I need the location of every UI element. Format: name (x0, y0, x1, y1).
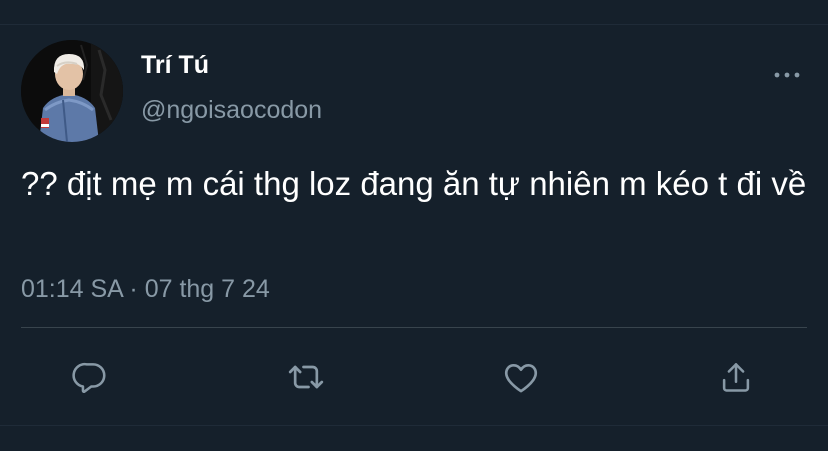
retweet-icon (288, 365, 324, 389)
like-button[interactable] (498, 354, 544, 400)
tweet-text: ?? địt mẹ m cái thg loz đang ăn tự nhiên… (21, 165, 807, 202)
top-divider (0, 24, 828, 25)
retweet-button[interactable] (283, 354, 329, 400)
avatar-photo (21, 40, 123, 142)
author-display-name[interactable]: Trí Tú (141, 50, 209, 80)
reply-icon (72, 362, 106, 393)
tweet-timestamp[interactable]: 01:14 SA · 07 thg 7 24 (21, 274, 270, 304)
avatar[interactable] (21, 40, 123, 142)
share-button[interactable] (713, 354, 759, 400)
tweet-detail-view: Trí Tú @ngoisaocodon ?? địt mẹ m cái thg… (0, 0, 828, 451)
heart-icon (504, 364, 538, 393)
divider (21, 327, 807, 328)
more-options-button[interactable] (770, 64, 804, 86)
share-icon (722, 363, 750, 392)
author-handle[interactable]: @ngoisaocodon (141, 95, 322, 125)
reply-button[interactable] (67, 354, 113, 400)
more-horizontal-icon (774, 72, 800, 78)
bottom-divider (0, 425, 828, 426)
